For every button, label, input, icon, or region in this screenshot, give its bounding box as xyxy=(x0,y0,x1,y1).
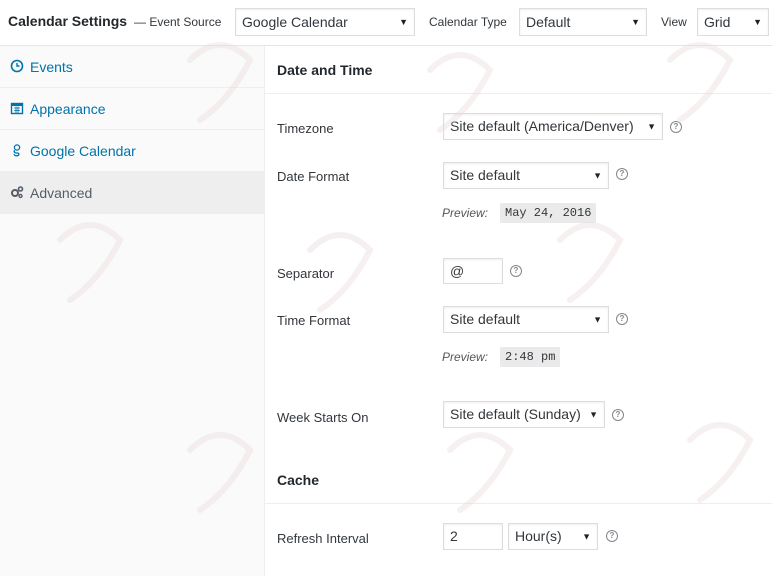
view-value: Grid xyxy=(704,14,731,30)
sidebar-item-google-calendar[interactable]: Google Calendar xyxy=(0,130,264,172)
refresh-unit-value: Hour(s) xyxy=(515,528,562,544)
refresh-interval-label: Refresh Interval xyxy=(277,531,369,546)
timezone-value: Site default (America/Denver) xyxy=(450,118,634,134)
event-source-select[interactable]: Google Calendar ▼ xyxy=(235,8,415,36)
date-format-value: Site default xyxy=(450,167,521,183)
timezone-label: Timezone xyxy=(277,121,334,136)
date-preview-value: May 24, 2016 xyxy=(500,203,597,223)
chevron-down-icon: ▼ xyxy=(631,17,640,27)
settings-panel: Date and Time Timezone Site default (Ame… xyxy=(265,46,772,576)
view-label: View xyxy=(661,15,687,29)
view-select[interactable]: Grid ▼ xyxy=(697,8,769,36)
top-bar: Calendar Settings — Event Source Google … xyxy=(0,0,772,46)
timezone-select[interactable]: Site default (America/Denver) ▼ xyxy=(443,113,663,140)
chevron-down-icon: ▼ xyxy=(593,314,602,324)
settings-sidebar: Events Appearance Google Calendar Advanc… xyxy=(0,46,265,576)
calendar-type-value: Default xyxy=(526,14,571,30)
event-source-label: — Event Source xyxy=(134,15,222,29)
sidebar-item-advanced[interactable]: Advanced xyxy=(0,172,264,214)
event-source-value: Google Calendar xyxy=(242,14,348,30)
calendar-type-select[interactable]: Default ▼ xyxy=(519,8,647,36)
chevron-down-icon: ▼ xyxy=(582,531,591,541)
week-start-value: Site default (Sunday) xyxy=(450,406,581,422)
help-icon[interactable]: ? xyxy=(606,530,618,542)
calendar-type-label: Calendar Type xyxy=(429,15,507,29)
section-date-time-header: Date and Time xyxy=(265,46,772,94)
separator-label: Separator xyxy=(277,266,335,281)
help-icon[interactable]: ? xyxy=(612,409,624,421)
time-format-value: Site default xyxy=(450,311,521,327)
page-title: Calendar Settings xyxy=(8,13,128,29)
refresh-unit-select[interactable]: Hour(s) ▼ xyxy=(508,523,598,550)
date-format-select[interactable]: Site default ▼ xyxy=(443,162,609,189)
sidebar-item-appearance[interactable]: Appearance xyxy=(0,88,264,130)
sidebar-item-label: Advanced xyxy=(30,185,93,201)
week-start-select[interactable]: Site default (Sunday) ▼ xyxy=(443,401,605,428)
sidebar-item-label: Events xyxy=(30,59,73,75)
chevron-down-icon: ▼ xyxy=(589,409,598,419)
sidebar-item-label: Appearance xyxy=(30,101,106,117)
refresh-interval-input[interactable]: 2 xyxy=(443,523,503,550)
time-format-label: Time Format xyxy=(277,313,351,328)
refresh-interval-value: 2 xyxy=(450,528,458,544)
time-format-select[interactable]: Site default ▼ xyxy=(443,306,609,333)
help-icon[interactable]: ? xyxy=(670,121,682,133)
date-preview-label: Preview: xyxy=(442,206,489,220)
time-preview-label: Preview: xyxy=(442,350,489,364)
week-start-label: Week Starts On xyxy=(277,410,369,425)
section-cache-header: Cache xyxy=(265,456,772,504)
chevron-down-icon: ▼ xyxy=(593,170,602,180)
help-icon[interactable]: ? xyxy=(510,265,522,277)
google-icon xyxy=(13,144,21,157)
help-icon[interactable]: ? xyxy=(616,313,628,325)
separator-input[interactable]: @ xyxy=(443,258,503,284)
chevron-down-icon: ▼ xyxy=(647,121,656,131)
sidebar-item-label: Google Calendar xyxy=(30,143,136,159)
date-format-label: Date Format xyxy=(277,169,350,184)
sidebar-item-events[interactable]: Events xyxy=(0,46,264,88)
chevron-down-icon: ▼ xyxy=(399,17,408,27)
time-preview-value: 2:48 pm xyxy=(500,347,561,367)
gears-icon xyxy=(11,186,24,199)
separator-value: @ xyxy=(450,263,465,279)
section-heading: Date and Time xyxy=(277,62,373,78)
help-icon[interactable]: ? xyxy=(616,168,628,180)
chevron-down-icon: ▼ xyxy=(753,17,762,27)
calendar-icon xyxy=(10,102,24,115)
clock-icon xyxy=(10,59,24,73)
section-heading: Cache xyxy=(277,472,320,488)
